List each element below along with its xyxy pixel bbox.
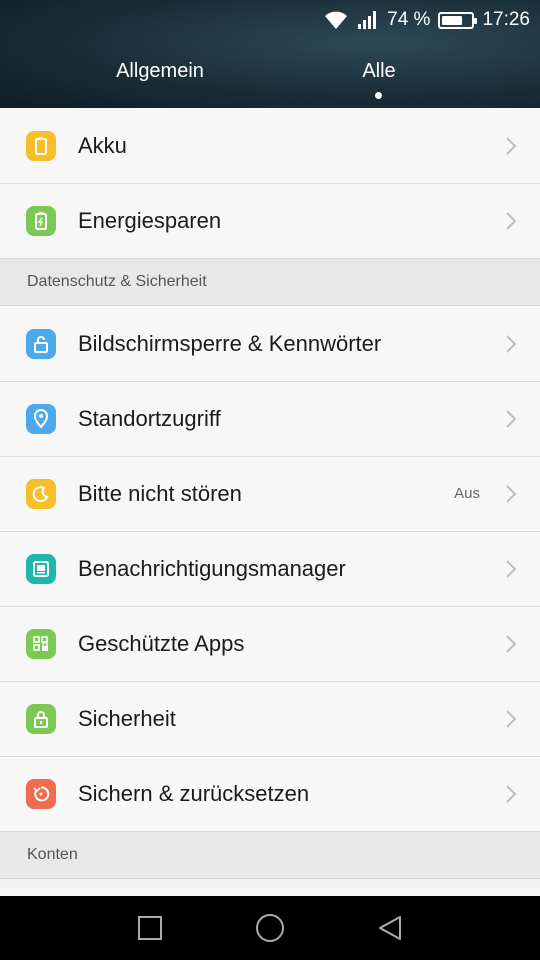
settings-item-value: Aus — [454, 485, 480, 502]
power-saving-icon — [26, 205, 56, 236]
section-header-privacy: Datenschutz & Sicherheit — [0, 258, 540, 306]
notification-icon — [26, 553, 56, 584]
chevron-right-icon — [506, 709, 517, 728]
moon-icon — [26, 478, 56, 509]
header: 74 % 17:26 Allgemein Alle — [0, 0, 540, 108]
navigation-bar — [0, 896, 540, 960]
battery-status-icon — [438, 11, 478, 29]
recents-button[interactable] — [134, 912, 166, 944]
settings-item-battery[interactable]: Akku — [0, 108, 540, 183]
chevron-right-icon — [506, 211, 517, 230]
chevron-right-icon — [506, 784, 517, 803]
chevron-right-icon — [506, 334, 517, 353]
chevron-right-icon — [506, 409, 517, 428]
settings-item-label: Bildschirmsperre & Kennwörter — [78, 330, 382, 356]
location-pin-icon — [26, 403, 56, 434]
battery-icon — [26, 130, 56, 161]
clock: 17:26 — [482, 9, 530, 30]
settings-item-label: Sicherheit — [78, 705, 176, 731]
settings-item-power-saving[interactable]: Energiesparen — [0, 183, 540, 258]
active-tab-indicator — [375, 92, 382, 99]
triangle-back-icon — [379, 916, 401, 940]
settings-item-location[interactable]: Standortzugriff — [0, 381, 540, 456]
settings-item-label: Bitte nicht stören — [78, 480, 242, 506]
tab-general[interactable]: Allgemein — [116, 60, 204, 83]
wifi-icon — [325, 11, 348, 29]
lock-icon — [26, 703, 56, 734]
settings-item-protected-apps[interactable]: Geschützte Apps — [0, 606, 540, 681]
settings-item-notification-manager[interactable]: Benachrichtigungsmanager — [0, 531, 540, 606]
battery-percent: 74 % — [387, 9, 431, 30]
settings-item-backup-reset[interactable]: Sichern & zurücksetzen — [0, 756, 540, 831]
backup-reset-icon — [26, 778, 56, 809]
tab-all[interactable]: Alle — [362, 60, 395, 83]
section-header-accounts: Konten — [0, 831, 540, 879]
settings-item-label: Standortzugriff — [78, 405, 221, 431]
square-icon — [138, 916, 162, 940]
settings-item-label: Energiesparen — [78, 207, 222, 233]
signal-icon — [358, 11, 377, 29]
chevron-right-icon — [506, 559, 517, 578]
chevron-right-icon — [506, 136, 517, 155]
chevron-right-icon — [506, 634, 517, 653]
settings-item-label: Benachrichtigungsmanager — [78, 555, 346, 581]
settings-item-security[interactable]: Sicherheit — [0, 681, 540, 756]
settings-list: Akku Energiesparen Datenschutz & Sicherh… — [0, 108, 540, 879]
status-bar: 74 % 17:26 — [323, 6, 530, 34]
settings-item-screen-lock[interactable]: Bildschirmsperre & Kennwörter — [0, 306, 540, 381]
settings-item-label: Akku — [78, 132, 127, 158]
settings-item-label: Sichern & zurücksetzen — [78, 780, 310, 806]
protected-apps-icon — [26, 628, 56, 659]
chevron-right-icon — [506, 484, 517, 503]
list-continuation — [0, 888, 540, 896]
settings-item-do-not-disturb[interactable]: Bitte nicht stören Aus — [0, 456, 540, 531]
back-button[interactable] — [374, 912, 406, 944]
settings-item-label: Geschützte Apps — [78, 630, 245, 656]
circle-icon — [256, 914, 284, 942]
home-button[interactable] — [254, 912, 286, 944]
unlock-icon — [26, 328, 56, 359]
